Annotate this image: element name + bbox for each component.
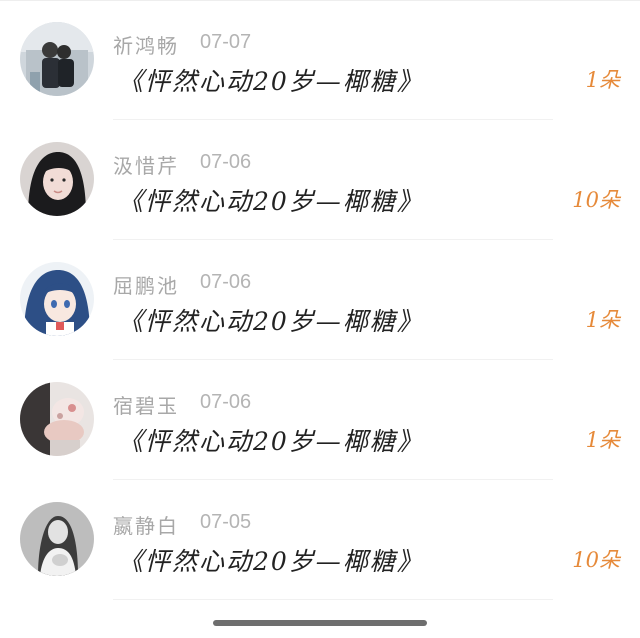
- list-item[interactable]: 屈鹏池 07-06 《怦然心动20岁—椰糖》 1朵: [0, 240, 640, 360]
- send-date: 07-05: [200, 511, 252, 533]
- row-divider: [113, 599, 553, 600]
- gift-title: 《怦然心动20岁—椰糖》: [118, 187, 424, 216]
- send-date: 07-06: [200, 151, 252, 173]
- photo-avatar-couple: [20, 22, 94, 96]
- sender-name: 祈鸿畅: [113, 34, 179, 58]
- sender-name: 宿碧玉: [113, 394, 179, 418]
- avatar[interactable]: [20, 142, 94, 216]
- photo-avatar-hands: [20, 382, 94, 456]
- sender-name: 嬴静白: [113, 514, 179, 538]
- flower-count: 1朵: [585, 68, 620, 92]
- avatar[interactable]: [20, 382, 94, 456]
- send-date: 07-06: [200, 271, 252, 293]
- avatar[interactable]: [20, 502, 94, 576]
- send-date: 07-07: [200, 31, 252, 53]
- gift-title: 《怦然心动20岁—椰糖》: [118, 307, 424, 336]
- gift-title: 《怦然心动20岁—椰糖》: [118, 547, 424, 576]
- sender-name: 汲惜芹: [113, 154, 179, 178]
- anime-avatar: [20, 262, 94, 336]
- sender-name: 屈鹏池: [113, 274, 179, 298]
- avatar[interactable]: [20, 22, 94, 96]
- gift-title: 《怦然心动20岁—椰糖》: [118, 427, 424, 456]
- list-item[interactable]: 祈鸿畅 07-07 《怦然心动20岁—椰糖》 1朵: [0, 0, 640, 120]
- list-item[interactable]: 宿碧玉 07-06 《怦然心动20岁—椰糖》 1朵: [0, 360, 640, 480]
- avatar[interactable]: [20, 262, 94, 336]
- flower-count: 10朵: [572, 188, 620, 212]
- gift-title: 《怦然心动20岁—椰糖》: [118, 67, 424, 96]
- flower-count: 10朵: [572, 548, 620, 572]
- send-date: 07-06: [200, 391, 252, 413]
- photo-avatar-girl: [20, 142, 94, 216]
- list-item[interactable]: 汲惜芹 07-06 《怦然心动20岁—椰糖》 10朵: [0, 120, 640, 240]
- flower-count: 1朵: [585, 428, 620, 452]
- home-indicator[interactable]: [213, 620, 427, 626]
- photo-avatar-bw: [20, 502, 94, 576]
- list-item[interactable]: 嬴静白 07-05 《怦然心动20岁—椰糖》 10朵: [0, 480, 640, 600]
- flower-count: 1朵: [585, 308, 620, 332]
